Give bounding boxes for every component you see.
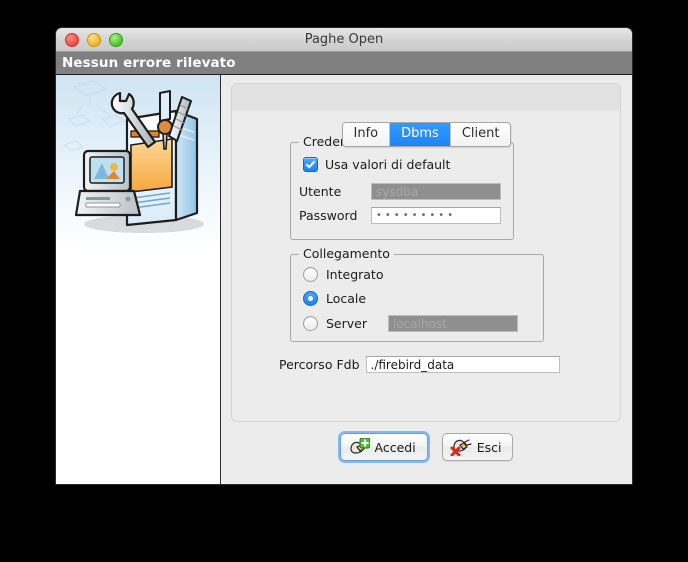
window-title: Paghe Open	[304, 32, 384, 47]
use-defaults-checkbox[interactable]	[303, 157, 318, 172]
radio-locale-label: Locale	[326, 291, 367, 306]
password-row[interactable]: Password •••••••••	[299, 207, 501, 224]
password-input[interactable]: •••••••••	[371, 207, 501, 224]
fdb-path-label: Percorso Fdb	[279, 357, 360, 372]
esci-button[interactable]: Esci	[441, 433, 514, 461]
illustration-pane	[56, 75, 221, 484]
fdb-path-row: Percorso Fdb ./firebird_data	[279, 356, 560, 373]
utente-input: sysdba	[371, 183, 501, 200]
radio-integrato-row[interactable]: Integrato	[303, 267, 383, 282]
accedi-button-label: Accedi	[374, 439, 416, 455]
tab-client[interactable]: Client	[450, 123, 511, 146]
connection-group-title: Collegamento	[299, 247, 394, 261]
use-defaults-row[interactable]: Usa valori di default	[303, 157, 450, 172]
status-message-bar: Nessun errore rilevato	[56, 52, 632, 75]
tab-dbms[interactable]: Dbms	[390, 123, 451, 146]
utente-row: Utente sysdba	[299, 183, 501, 200]
green-plus-badge	[359, 438, 370, 449]
fdb-path-input[interactable]: ./firebird_data	[365, 356, 560, 373]
use-defaults-label: Usa valori di default	[325, 157, 451, 172]
radio-locale-row[interactable]: Locale	[303, 291, 366, 306]
esci-button-label: Esci	[476, 439, 502, 455]
status-message-text: Nessun errore rilevato	[62, 55, 236, 71]
password-mask: •••••••••	[376, 209, 457, 221]
radio-server-label: Server	[326, 316, 367, 331]
dialog-button-bar: Accedi Esci	[221, 431, 632, 463]
server-host-input: localhost	[388, 315, 518, 332]
plug-connect-icon	[349, 438, 370, 454]
accedi-button[interactable]: Accedi	[337, 431, 430, 463]
connection-groupbox: Collegamento Integrato Locale Server loc…	[290, 247, 544, 342]
application-window: Paghe Open Nessun errore rilevato Info D…	[56, 28, 632, 484]
utente-label: Utente	[299, 184, 342, 199]
minimize-button[interactable]	[87, 32, 101, 47]
window-titlebar[interactable]: Paghe Open	[56, 28, 632, 52]
radio-locale[interactable]	[303, 291, 318, 306]
radio-server[interactable]	[303, 316, 318, 331]
password-label: Password	[299, 208, 358, 223]
credentials-groupbox: Credenziali Usa valori di default Utente…	[290, 135, 514, 240]
content-pane: Info Dbms Client Credenziali Usa valori …	[221, 75, 632, 484]
desktop-background: Paghe Open Nessun errore rilevato Info D…	[0, 0, 688, 562]
window-traffic-lights	[65, 32, 123, 47]
software-toolbox-illustration	[56, 75, 220, 249]
radio-integrato-label: Integrato	[326, 267, 384, 282]
card-header-strip	[232, 84, 620, 111]
window-body: Info Dbms Client Credenziali Usa valori …	[56, 75, 632, 484]
radio-server-row[interactable]: Server localhost	[303, 315, 518, 332]
plug-disconnect-icon	[450, 439, 472, 456]
tab-info[interactable]: Info	[342, 123, 391, 146]
zoom-button[interactable]	[109, 32, 123, 47]
tab-bar[interactable]: Info Dbms Client	[341, 122, 512, 147]
close-button[interactable]	[65, 32, 79, 47]
radio-integrato[interactable]	[303, 267, 318, 282]
